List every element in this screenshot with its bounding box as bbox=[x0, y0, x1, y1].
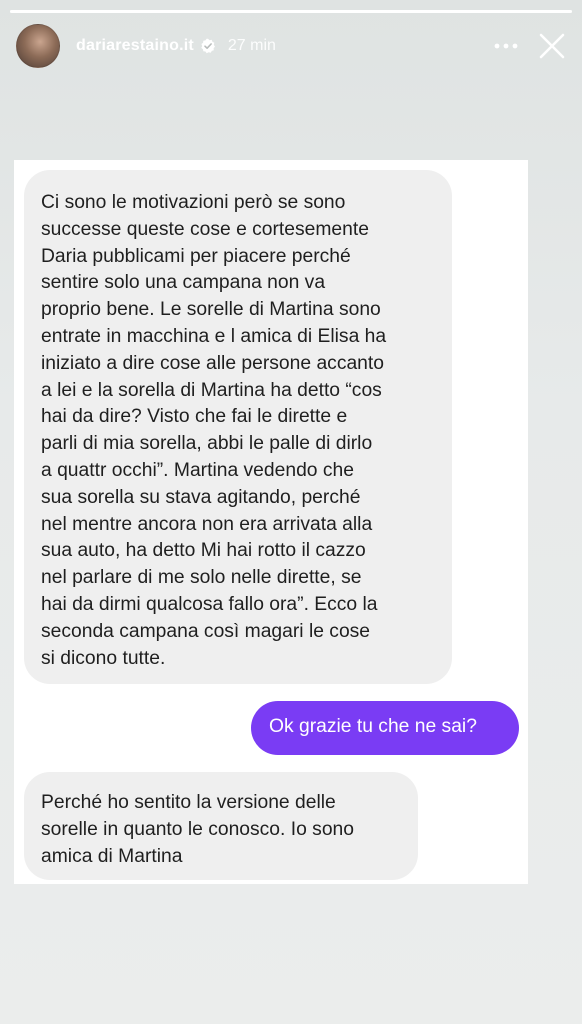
username[interactable]: dariarestaino.it bbox=[76, 37, 194, 55]
message-line: amica di Martina bbox=[41, 845, 183, 867]
message-line: Ci sono le motivazioni però se sono bbox=[41, 192, 346, 213]
story-progress-fill bbox=[10, 10, 572, 13]
message-line: proprio bene. Le sorelle di Martina sono bbox=[41, 299, 381, 321]
message-line: sorelle in quanto le conosco. Io sono bbox=[41, 818, 354, 840]
message-text: Perché ho sentito la versione delle sorel… bbox=[41, 790, 411, 870]
verified-badge-icon bbox=[200, 38, 216, 54]
message-text: Ok grazie tu che ne sai? bbox=[269, 716, 477, 737]
outgoing-message-bubble: Ok grazie tu che ne sai? bbox=[251, 701, 519, 755]
incoming-message-bubble: Perché ho sentito la versione delle sorel… bbox=[24, 772, 418, 880]
message-line: a quattr occhi”. Martina vedendo che bbox=[41, 459, 354, 481]
story-timestamp: 27 min bbox=[227, 37, 276, 54]
message-line: sua auto, ha detto Mi hai rotto il cazzo bbox=[41, 540, 366, 562]
close-icon[interactable] bbox=[534, 28, 570, 64]
story-view: dariarestaino.it 27 min Ci sono le motiv… bbox=[0, 0, 582, 1024]
shared-chat-screenshot: Ci sono le motivazioni però se sono succe… bbox=[14, 160, 528, 884]
incoming-message-bubble: Ci sono le motivazioni però se sono succe… bbox=[24, 170, 452, 684]
message-text: Ci sono le motivazioni però se sono succe… bbox=[41, 190, 441, 672]
message-line: seconda campana così magari le cose bbox=[41, 620, 371, 642]
message-line: hai da dire? Visto che fai le dirette e bbox=[41, 406, 348, 428]
story-header: dariarestaino.it 27 min bbox=[16, 24, 570, 68]
message-line: nel mentre ancora non era arrivata alla bbox=[41, 513, 373, 535]
message-line: iniziato a dire cose alle persone accant… bbox=[41, 352, 384, 374]
message-line: si dicono tutte. bbox=[41, 647, 166, 669]
story-progress-bar bbox=[10, 10, 572, 13]
message-line: hai da dirmi qualcosa fallo ora”. Ecco l… bbox=[41, 593, 378, 615]
message-line: a lei e la sorella di Martina ha detto “… bbox=[41, 379, 382, 401]
message-line: Perché ho sentito la versione delle bbox=[41, 792, 336, 813]
message-line: parli di mia sorella, abbi le palle di d… bbox=[41, 433, 373, 455]
message-line: successe queste cose e cortesemente bbox=[41, 218, 369, 240]
message-line: sentire solo una campana non va bbox=[41, 272, 326, 294]
avatar[interactable] bbox=[16, 24, 60, 68]
message-line: sua sorella su stava agitando, perché bbox=[41, 486, 361, 508]
message-line: nel parlare di me solo nelle dirette, se bbox=[41, 567, 362, 589]
message-line: entrate in macchina e l amica di Elisa h… bbox=[41, 325, 387, 347]
message-line: Daria pubblicami per piacere perché bbox=[41, 245, 351, 267]
more-options-icon[interactable] bbox=[488, 28, 524, 64]
